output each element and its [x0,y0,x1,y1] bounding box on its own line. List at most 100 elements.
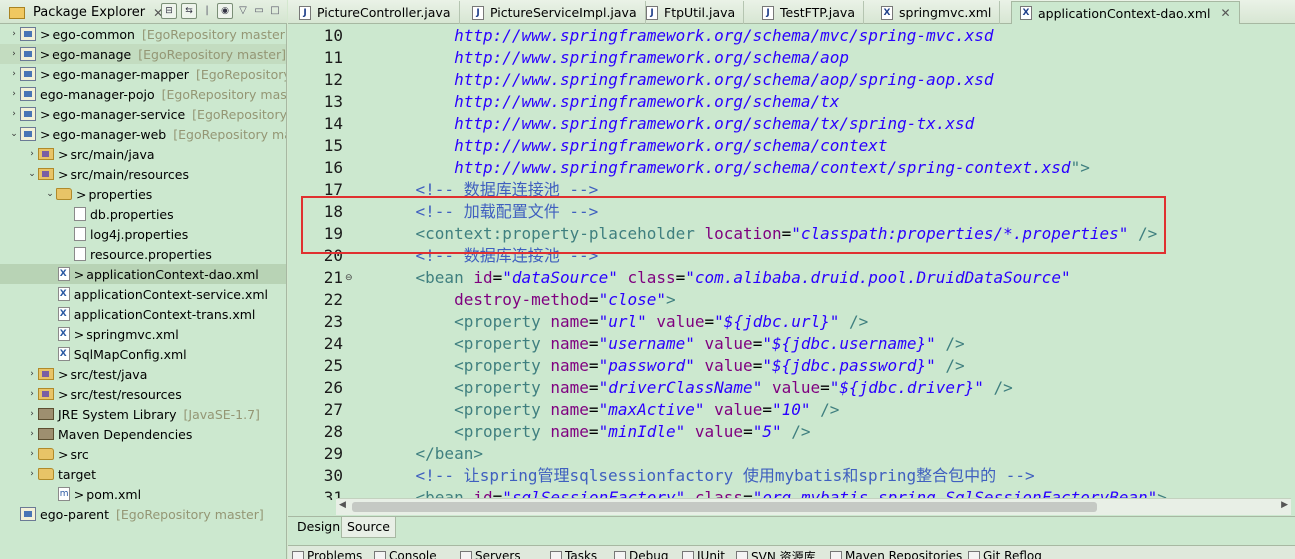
code-line[interactable]: <property name="password" value="${jdbc.… [377,355,965,377]
tree-item[interactable]: ego-parent [EgoRepository master] [0,504,264,524]
expand-toggle-icon[interactable]: › [8,109,20,119]
tree-item[interactable]: › Maven Dependencies [0,424,192,444]
tree-item[interactable]: log4j.properties [0,224,188,244]
package-explorer-tab[interactable]: Package Explorer ✕ [3,2,169,23]
tree-item[interactable]: >pom.xml [0,484,141,504]
code-token: name [550,378,589,397]
view-tab[interactable]: JUnit [682,549,725,559]
tree-item[interactable]: › target [0,464,96,484]
code-token: value [685,422,744,441]
expand-toggle-icon[interactable]: › [8,89,20,99]
code-line[interactable]: <property name="url" value="${jdbc.url}"… [377,311,868,333]
tree-item[interactable]: applicationContext-service.xml [0,284,268,304]
expand-toggle-icon[interactable]: › [26,449,38,459]
tree-item[interactable]: › > ego-manage [EgoRepository master] [0,44,286,64]
editor-tab[interactable]: J FtpUtil.java [638,1,745,24]
focus-icon[interactable]: ◉ [217,3,233,19]
expand-toggle-icon[interactable]: › [26,409,38,419]
tree-item[interactable]: >applicationContext-dao.xml [0,264,286,284]
tree-item[interactable]: › > ego-manager-mapper [EgoRepository [0,64,286,84]
java-file-icon: J [299,5,311,20]
scrollbar-thumb[interactable] [352,502,1097,512]
lib-icon [38,428,54,440]
view-tab[interactable]: Git Reflog [968,549,1042,559]
tree-item[interactable]: >springmvc.xml [0,324,179,344]
maximize-icon[interactable]: □ [269,3,281,19]
view-menu-icon[interactable]: ▽ [237,3,249,19]
code-line[interactable]: </bean> [377,443,483,465]
tree-item[interactable]: db.properties [0,204,174,224]
tree-item[interactable]: › > src [0,444,89,464]
view-tab[interactable]: Debug [614,549,668,559]
expand-toggle-icon[interactable]: › [26,429,38,439]
view-tab[interactable]: Problems [292,549,362,559]
code-token: <property [377,312,551,331]
code-line[interactable]: http://www.springframework.org/schema/ao… [377,69,993,91]
scroll-right-icon[interactable]: ▶ [1281,500,1288,510]
view-tab[interactable]: Console [374,549,437,559]
expand-toggle-icon[interactable]: ⌄ [26,169,38,179]
tree-item[interactable]: › ego-manager-pojo [EgoRepository mas [0,84,286,104]
code-line[interactable]: destroy-method="close"> [377,289,676,311]
code-line[interactable]: http://www.springframework.org/schema/ao… [377,47,849,69]
code-line[interactable]: http://www.springframework.org/schema/co… [377,157,1090,179]
tree-item[interactable]: SqlMapConfig.xml [0,344,187,364]
tab-design[interactable]: Design [292,517,345,538]
link-with-editor-icon[interactable]: ⇆ [181,3,197,19]
code-token: <property [377,334,551,353]
scroll-left-icon[interactable]: ◀ [339,500,346,510]
code-line[interactable]: <property name="minIdle" value="5" /> [377,421,810,443]
editor-tab[interactable]: J PictureController.java [291,1,460,24]
code-token: = [820,378,830,397]
code-line[interactable]: <bean id="dataSource" class="com.alibaba… [377,267,1071,289]
tree-item[interactable]: › > src/test/resources [0,384,182,404]
expand-toggle-icon[interactable]: ⌄ [8,129,20,139]
code-line[interactable]: <property name="maxActive" value="10" /> [377,399,839,421]
expand-toggle-icon[interactable]: › [8,29,20,39]
view-tab[interactable]: Tasks [550,549,597,559]
expand-toggle-icon[interactable]: › [26,389,38,399]
expand-toggle-icon[interactable]: › [26,149,38,159]
view-tab[interactable]: SVN 资源库 [736,549,816,559]
expand-toggle-icon[interactable]: › [8,69,20,79]
code-line[interactable]: http://www.springframework.org/schema/tx… [377,113,974,135]
code-line[interactable]: <!-- 让spring管理sqlsessionfactory 使用mybati… [377,465,1035,487]
editor-tab[interactable]: XapplicationContext-dao.xml ✕ [1011,1,1240,24]
horizontal-scrollbar[interactable]: ◀ ▶ [336,498,1291,515]
expand-toggle-icon[interactable]: › [26,469,38,479]
tree-item[interactable]: › > ego-manager-service [EgoRepository [0,104,286,124]
editor-tab[interactable]: Xspringmvc.xml [873,1,1001,24]
collapse-all-icon[interactable]: ⊟ [161,3,177,19]
fold-icon[interactable]: ⊖ [345,267,353,289]
close-icon[interactable]: ✕ [1220,6,1230,20]
tree-item[interactable]: ⌄ > ego-manager-web [EgoRepository ma [0,124,286,144]
expand-toggle-icon[interactable]: › [8,49,20,59]
code-line[interactable]: http://www.springframework.org/schema/mv… [377,25,993,47]
tab-source[interactable]: Source [341,517,396,538]
tree-item[interactable]: › > ego-common [EgoRepository master] [0,24,286,44]
code-token: name [550,422,589,441]
tree-item[interactable]: › > src/test/java [0,364,147,384]
code-line[interactable]: <property name="driverClassName" value="… [377,377,1013,399]
tree-item[interactable]: ⌄ > properties [0,184,152,204]
tree-item[interactable]: › > src/main/java [0,144,154,164]
editor-tab[interactable]: J TestFTP.java [754,1,864,24]
editor-tab[interactable]: J PictureServiceImpl.java [464,1,646,24]
tree-item[interactable]: applicationContext-trans.xml [0,304,255,324]
expand-toggle-icon[interactable]: ⌄ [44,189,56,199]
view-icon [682,550,694,559]
code-view[interactable]: 10 http://www.springframework.org/schema… [305,24,1295,500]
tree-item[interactable]: › JRE System Library [JavaSE-1.7] [0,404,260,424]
code-line[interactable]: http://www.springframework.org/schema/co… [377,135,887,157]
tree-item[interactable]: ⌄ > src/main/resources [0,164,189,184]
line-number: 27 [323,400,343,419]
view-tab[interactable]: Servers [460,549,521,559]
expand-toggle-icon[interactable]: › [26,369,38,379]
tree-item[interactable]: resource.properties [0,244,212,264]
code-line[interactable]: <property name="username" value="${jdbc.… [377,333,965,355]
minimize-icon[interactable]: ▭ [253,3,265,19]
package-explorer-header: Package Explorer ✕ ⊟ ⇆ | ◉ ▽ ▭ □ [0,0,287,24]
code-line[interactable]: http://www.springframework.org/schema/tx [377,91,839,113]
view-tab[interactable]: Maven Repositories [830,549,962,559]
tree-item-label: src/test/resources [70,386,182,402]
